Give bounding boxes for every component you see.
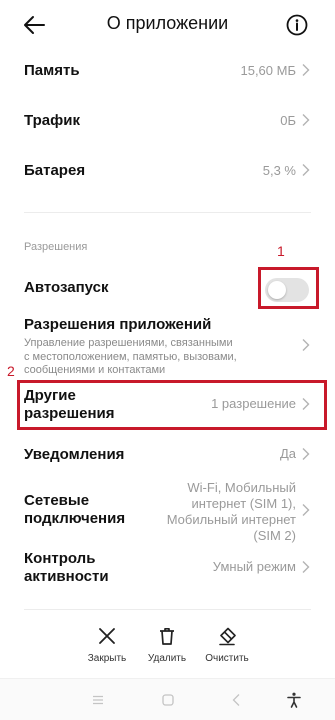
battery-row[interactable]: Батарея 5,3 % [0,150,335,192]
section-label-permissions: Разрешения [24,241,88,253]
activity-control-row[interactable]: Контроль активности Умный режим [0,550,335,592]
notifications-title: Уведомления [24,446,125,463]
chevron-right-icon [302,561,310,573]
notifications-row[interactable]: Уведомления Да [0,438,335,472]
actions-divider [24,609,311,610]
chevron-right-icon [302,339,310,351]
eraser-icon [219,627,236,646]
annotation-number-1: 1 [277,243,285,259]
notifications-value: Да [279,446,296,461]
chevron-right-icon [302,164,310,176]
app-permissions-row[interactable]: Разрешения приложений Управление разреше… [0,312,335,378]
app-permissions-subtitle: Управление разрешениями, связанными с ме… [24,337,237,376]
app-bar: О приложении [0,0,335,50]
menu-icon[interactable] [89,691,107,709]
memory-title: Память [24,62,80,79]
battery-value: 5,3 % [262,163,296,178]
annotation-box-1 [258,267,319,309]
chevron-right-icon [302,64,310,76]
chevron-right-icon [302,114,310,126]
close-icon [99,628,115,644]
network-row[interactable]: Сетевые подключения Wi-Fi, Мобильный инт… [0,478,335,544]
accessibility-icon[interactable] [285,691,303,709]
chevron-right-icon [302,448,310,460]
network-title: Сетевые подключения [24,492,126,527]
network-value: Wi-Fi, Мобильный интернет (SIM 1), Мобил… [166,480,296,543]
action-bar: Закрыть Удалить Очистить [0,612,335,670]
clear-action-button[interactable]: Очистить [192,612,262,664]
battery-title: Батарея [24,162,86,179]
info-button[interactable] [285,13,309,37]
autostart-title: Автозапуск [24,279,109,296]
chevron-right-icon [302,504,310,516]
section-divider [24,212,311,213]
home-icon[interactable] [159,691,177,709]
clear-action-label: Очистить [205,653,249,664]
traffic-value: 0Б [280,113,296,128]
activity-control-title: Контроль активности [24,550,109,585]
info-icon [286,14,308,36]
traffic-row[interactable]: Трафик 0Б [0,100,335,142]
memory-row[interactable]: Память 15,60 МБ [0,50,335,92]
activity-control-value: Умный режим [212,559,296,574]
trash-icon [160,627,174,645]
system-nav-bar [0,678,335,720]
app-permissions-title: Разрешения приложений [24,316,212,333]
traffic-title: Трафик [24,112,80,129]
annotation-number-2: 2 [7,363,15,379]
annotation-box-2 [17,380,327,430]
back-nav-icon[interactable] [228,691,246,709]
memory-value: 15,60 МБ [240,63,296,78]
